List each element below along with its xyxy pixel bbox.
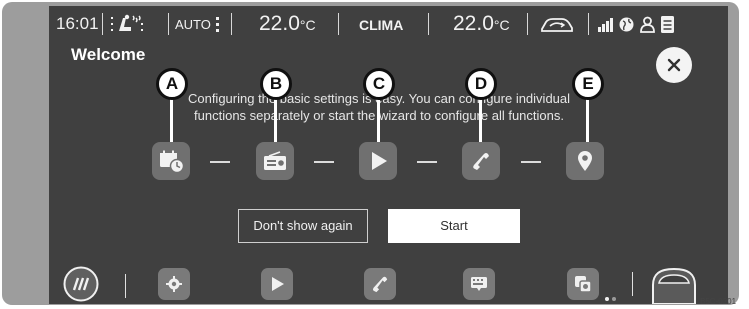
left-temp-unit: °C xyxy=(299,17,316,33)
user-profile-icon xyxy=(640,16,655,33)
step-media[interactable] xyxy=(359,142,397,180)
auto-climate-label[interactable]: AUTO xyxy=(175,17,211,32)
app-icon xyxy=(575,276,592,293)
status-divider xyxy=(588,13,589,35)
right-temp-value: 22.0 xyxy=(453,12,494,35)
callout-leader xyxy=(479,99,482,144)
status-divider xyxy=(231,13,232,35)
infotainment-screen: 16:01 AUTO 22.0°C CLIMA 22.0°C Welcome C… xyxy=(49,6,728,304)
air-recirculation-icon[interactable] xyxy=(539,15,575,35)
dock-phone[interactable] xyxy=(364,268,396,300)
step-connector xyxy=(521,161,541,163)
status-divider xyxy=(527,13,528,35)
dock-divider xyxy=(632,272,633,296)
radio-icon xyxy=(264,151,286,170)
page-title: Welcome xyxy=(71,45,146,64)
right-temp-unit: °C xyxy=(493,17,510,33)
car-icon[interactable] xyxy=(649,267,699,304)
close-button[interactable] xyxy=(656,47,692,83)
dock-app[interactable] xyxy=(567,268,599,300)
figure-frame: 16:01 AUTO 22.0°C CLIMA 22.0°C Welcome C… xyxy=(0,0,749,309)
callout-leader xyxy=(170,99,173,144)
callout-b: B xyxy=(260,68,292,100)
dock-settings[interactable] xyxy=(158,268,190,300)
signal-strength-icon xyxy=(598,18,613,32)
callout-a: A xyxy=(156,68,188,100)
clima-button[interactable]: CLIMA xyxy=(359,17,403,33)
status-divider xyxy=(428,13,429,35)
callout-leader xyxy=(274,99,277,144)
phone-icon xyxy=(473,153,489,170)
keyboard-icon xyxy=(471,277,487,291)
status-divider xyxy=(338,13,339,35)
callout-c: C xyxy=(363,68,395,100)
seat-heating-icon[interactable] xyxy=(109,14,145,36)
play-icon xyxy=(372,152,387,170)
status-divider xyxy=(168,13,169,35)
right-temperature[interactable]: 22.0°C xyxy=(453,12,510,36)
settings-icon xyxy=(166,276,182,292)
globe-icon xyxy=(619,17,634,32)
menu-icon[interactable] xyxy=(63,266,99,302)
left-temperature[interactable]: 22.0°C xyxy=(259,12,316,36)
step-date-time[interactable] xyxy=(152,142,190,180)
start-button[interactable]: Start xyxy=(388,209,520,243)
dock-media[interactable] xyxy=(261,268,293,300)
step-phone[interactable] xyxy=(462,142,500,180)
callout-leader xyxy=(586,99,589,144)
phone-icon xyxy=(372,276,388,293)
callout-leader xyxy=(377,99,380,144)
step-connector xyxy=(210,161,230,163)
step-radio[interactable] xyxy=(256,142,294,180)
dont-show-again-button[interactable]: Don't show again xyxy=(238,209,368,243)
play-icon xyxy=(272,277,284,291)
callout-e: E xyxy=(572,68,604,100)
step-connector xyxy=(417,161,437,163)
callout-d: D xyxy=(465,68,497,100)
dock-divider xyxy=(125,274,126,298)
document-icon[interactable] xyxy=(660,15,675,34)
close-icon xyxy=(667,58,681,72)
step-location[interactable] xyxy=(566,142,604,180)
figure-reference: B5C-0201 xyxy=(700,297,737,306)
step-connector xyxy=(314,161,334,163)
page-indicator xyxy=(605,297,616,301)
clock-time: 16:01 xyxy=(56,14,99,33)
fan-level-icon xyxy=(216,17,219,32)
calendar-clock-icon xyxy=(160,150,185,174)
left-temp-value: 22.0 xyxy=(259,12,300,35)
location-pin-icon xyxy=(578,151,592,171)
status-divider xyxy=(102,13,103,35)
dock-keyboard[interactable] xyxy=(463,268,495,300)
